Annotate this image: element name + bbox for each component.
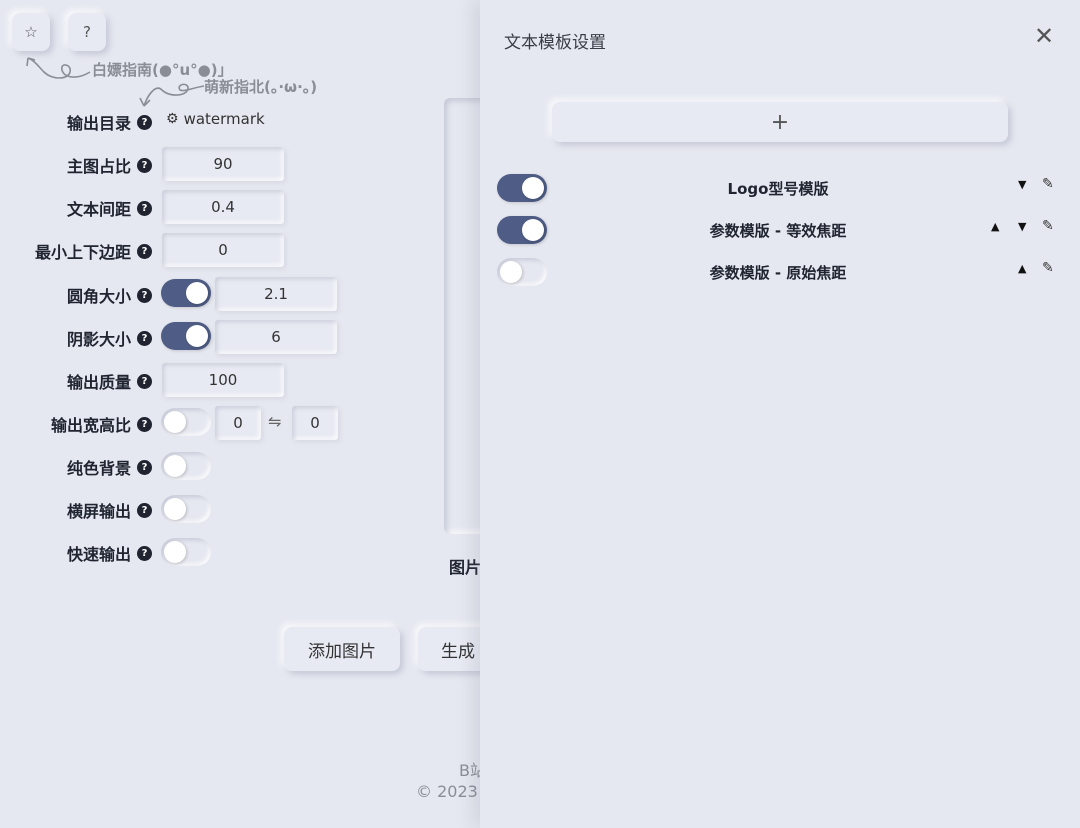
preview-label: 图片 (449, 558, 482, 577)
template-name: 参数模版 - 等效焦距 (709, 222, 847, 240)
panel-title: 文本模板设置 (504, 33, 606, 53)
main-ratio-input[interactable]: 90 (162, 147, 284, 181)
corner-radius-toggle[interactable] (161, 279, 211, 307)
help-icon[interactable]: ? (137, 200, 152, 216)
move-up-icon[interactable]: ▲ (1018, 262, 1026, 275)
move-down-icon[interactable]: ▼ (1018, 178, 1026, 191)
help-icon[interactable]: ? (137, 416, 152, 432)
output-quality-label: 输出质量? (67, 369, 152, 393)
main-ratio-label: 主图占比? (67, 153, 152, 177)
corner-radius-label: 圆角大小? (67, 283, 152, 307)
output-dir-selector[interactable]: ⚙ watermark (166, 110, 265, 128)
question-icon: ? (83, 23, 91, 41)
text-spacing-input[interactable]: 0.4 (162, 190, 284, 224)
template-row: 参数模版 - 等效焦距 ▲ ▼ ✎ (480, 214, 1080, 246)
footer-copyright: © 2023 (416, 782, 478, 801)
help-icon[interactable]: ? (137, 330, 152, 346)
output-quality-input[interactable]: 100 (162, 363, 284, 397)
template-row: Logo型号模版 ▼ ✎ (480, 172, 1080, 204)
gear-icon: ⚙ (166, 111, 179, 127)
edit-icon[interactable]: ✎ (1042, 176, 1054, 192)
guide-link-2[interactable]: 萌新指北(。·ω·。) (204, 76, 317, 97)
corner-radius-input[interactable]: 2.1 (215, 277, 337, 311)
help-icon[interactable]: ? (137, 459, 152, 475)
aspect-ratio-toggle[interactable] (161, 408, 211, 436)
template-toggle[interactable] (497, 216, 547, 244)
template-name: Logo型号模版 (727, 180, 829, 198)
help-icon[interactable]: ? (137, 373, 152, 389)
min-margin-input[interactable]: 0 (162, 233, 284, 267)
help-button[interactable]: ? (68, 13, 106, 51)
swap-icon[interactable]: ⇋ (268, 412, 281, 431)
help-icon[interactable]: ? (137, 545, 152, 561)
close-icon[interactable]: ✕ (1032, 24, 1056, 48)
help-icon[interactable]: ? (137, 157, 152, 173)
star-icon: ☆ (24, 23, 38, 41)
shadow-size-toggle[interactable] (161, 322, 211, 350)
add-image-button[interactable]: 添加图片 (284, 627, 400, 671)
curl-arrow-icon (26, 57, 91, 79)
template-row: 参数模版 - 原始焦距 ▲ ✎ (480, 256, 1080, 288)
edit-icon[interactable]: ✎ (1042, 218, 1054, 234)
template-toggle[interactable] (497, 174, 547, 202)
min-margin-label: 最小上下边距? (35, 239, 152, 263)
help-icon[interactable]: ? (137, 502, 152, 518)
text-spacing-label: 文本间距? (67, 196, 152, 220)
help-icon[interactable]: ? (137, 243, 152, 259)
edit-icon[interactable]: ✎ (1042, 260, 1054, 276)
aspect-width-input[interactable]: 0 (215, 406, 261, 440)
shadow-size-label: 阴影大小? (67, 326, 152, 350)
solid-bg-toggle[interactable] (161, 452, 211, 480)
favorite-star-button[interactable]: ☆ (12, 13, 50, 51)
aspect-height-input[interactable]: 0 (292, 406, 338, 440)
text-template-panel: 文本模板设置 ✕ + Logo型号模版 ▼ ✎ 参数模版 - 等效焦距 ▲ ▼ … (480, 0, 1080, 828)
fast-output-toggle[interactable] (161, 538, 211, 566)
help-icon[interactable]: ? (137, 287, 152, 303)
solid-bg-label: 纯色背景? (67, 455, 152, 479)
template-name: 参数模版 - 原始焦距 (709, 264, 847, 282)
help-icon[interactable]: ? (137, 114, 152, 130)
template-toggle[interactable] (497, 258, 547, 286)
fast-output-label: 快速输出? (67, 541, 152, 565)
landscape-label: 横屏输出? (67, 498, 152, 522)
curl-arrow-icon (139, 83, 205, 107)
output-dir-label: 输出目录? (67, 110, 152, 134)
move-up-icon[interactable]: ▲ (991, 220, 999, 233)
move-down-icon[interactable]: ▼ (1018, 220, 1026, 233)
add-template-button[interactable]: + (552, 102, 1008, 142)
landscape-toggle[interactable] (161, 495, 211, 523)
shadow-size-input[interactable]: 6 (215, 320, 337, 354)
aspect-ratio-label: 输出宽高比? (51, 412, 152, 436)
